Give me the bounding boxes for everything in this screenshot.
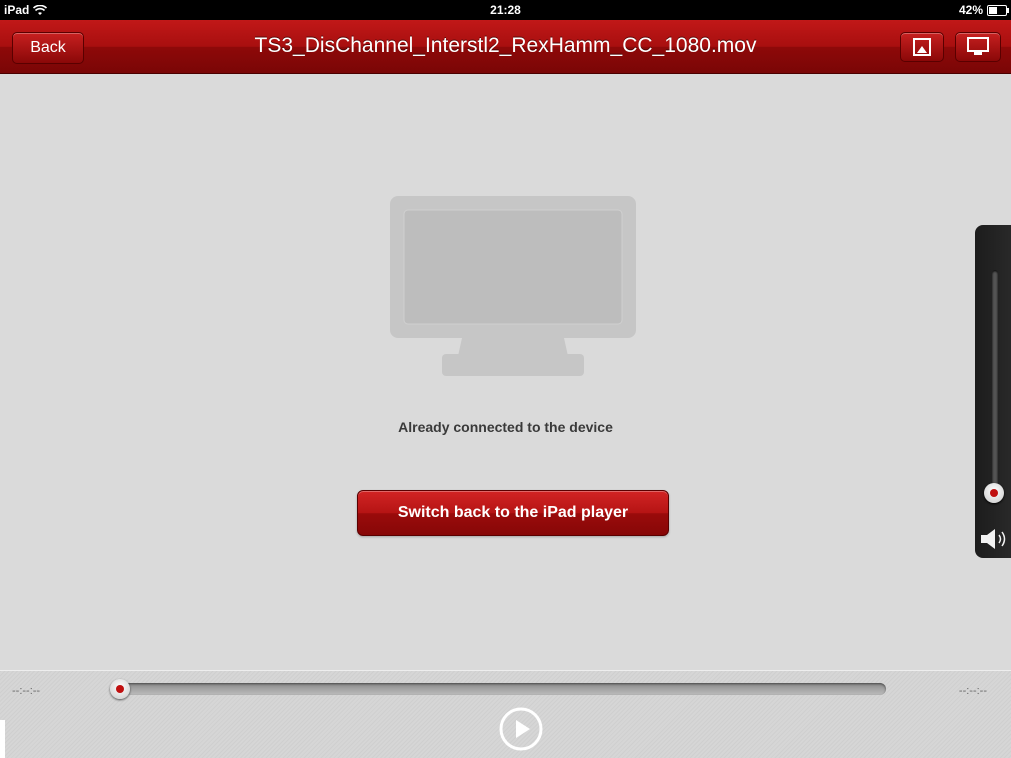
player-controls: --:--:-- --:--:--	[0, 670, 1011, 758]
bookmark-button[interactable]	[900, 32, 944, 62]
progress-bar[interactable]	[112, 683, 886, 695]
status-time: 21:28	[490, 3, 521, 17]
volume-slider-knob[interactable]	[984, 483, 1004, 503]
monitor-icon	[967, 37, 989, 55]
switch-to-ipad-player-button[interactable]: Switch back to the iPad player	[357, 490, 669, 536]
monitor-icon	[390, 196, 636, 376]
play-icon[interactable]	[498, 706, 544, 752]
elapsed-time: --:--:--	[12, 685, 41, 697]
progress-knob[interactable]	[110, 679, 130, 699]
status-right: 42%	[958, 3, 1009, 17]
bookmark-icon	[913, 38, 931, 56]
battery-percent: 42%	[958, 3, 983, 17]
battery-icon	[987, 4, 1009, 16]
airplay-button[interactable]	[955, 32, 1001, 62]
navigation-bar: Back TS3_DisChannel_Interstl2_RexHamm_CC…	[0, 20, 1011, 74]
status-bar: iPad 21:28 42%	[0, 0, 1011, 20]
app-frame: iPad 21:28 42% Back TS3_DisChannel_Inter…	[0, 0, 1011, 758]
edge-highlight	[0, 720, 5, 758]
volume-panel	[975, 225, 1011, 558]
speaker-icon[interactable]	[979, 527, 1011, 551]
connection-status-text: Already connected to the device	[398, 419, 613, 435]
volume-slider-track[interactable]	[992, 270, 998, 490]
remaining-time: --:--:--	[958, 685, 987, 697]
back-button[interactable]: Back	[12, 32, 84, 64]
video-title: TS3_DisChannel_Interstl2_RexHamm_CC_1080…	[254, 34, 757, 57]
